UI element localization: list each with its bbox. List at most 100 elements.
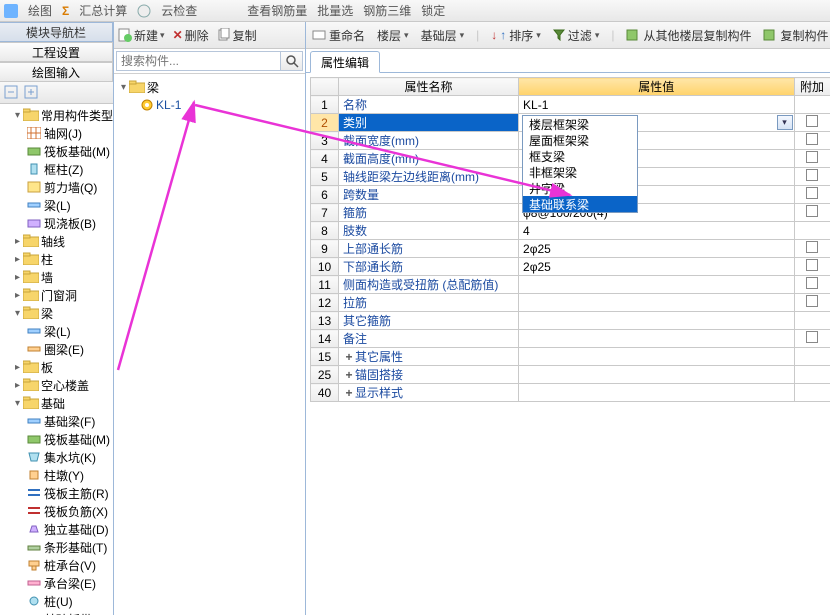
floor-dropdown[interactable]: 楼层▾ <box>377 27 409 44</box>
property-add-cell[interactable] <box>794 384 830 402</box>
property-name-cell[interactable]: 其它箍筋 <box>339 312 519 330</box>
property-add-cell[interactable] <box>794 312 830 330</box>
property-name-cell[interactable]: 截面宽度(mm) <box>339 132 519 150</box>
property-add-cell[interactable] <box>794 222 830 240</box>
property-add-cell[interactable] <box>794 240 830 258</box>
property-add-cell[interactable] <box>794 96 830 114</box>
property-name-cell[interactable]: +显示样式 <box>339 384 519 402</box>
property-value-cell[interactable] <box>519 366 794 384</box>
property-value-cell[interactable]: 2φ25 <box>519 258 794 276</box>
tree-folder[interactable]: ▸板 <box>0 358 113 376</box>
property-row[interactable]: 9上部通长筋2φ25 <box>311 240 830 258</box>
caret-down-icon[interactable]: ▾ <box>12 398 23 409</box>
dropdown-toggle-icon[interactable]: ▾ <box>777 115 793 130</box>
property-value-cell[interactable]: KL-1 <box>519 96 794 114</box>
tree-leaf[interactable]: 柱墩(Y) <box>0 466 113 484</box>
delete-button[interactable]: ✕删除 <box>173 27 209 44</box>
expand-plus-icon[interactable]: + <box>343 386 355 400</box>
property-add-cell[interactable] <box>794 330 830 348</box>
property-value-cell[interactable] <box>519 384 794 402</box>
property-name-cell[interactable]: 截面高度(mm) <box>339 150 519 168</box>
tree-leaf[interactable]: 基础板带(W) <box>0 610 113 615</box>
property-row[interactable]: 15+其它属性 <box>311 348 830 366</box>
property-value-cell[interactable]: 4 <box>519 222 794 240</box>
property-row[interactable]: 10下部通长筋2φ25 <box>311 258 830 276</box>
property-name-cell[interactable]: 类别 <box>339 114 519 132</box>
tree-leaf[interactable]: 筏板基础(M) <box>0 430 113 448</box>
property-add-cell[interactable] <box>794 276 830 294</box>
tree-leaf[interactable]: 基础梁(F) <box>0 412 113 430</box>
tree-leaf[interactable]: 承台梁(E) <box>0 574 113 592</box>
topbar-item[interactable]: 钢筋三维 <box>363 2 411 19</box>
tree-leaf[interactable]: 梁(L) <box>0 196 113 214</box>
topbar-item[interactable]: 批量选 <box>317 2 353 19</box>
topbar-item[interactable]: 汇总计算 <box>79 2 127 19</box>
caret-down-icon[interactable]: ▾ <box>12 308 23 319</box>
property-name-cell[interactable]: 名称 <box>339 96 519 114</box>
tree-leaf[interactable]: 桩(U) <box>0 592 113 610</box>
tree-folder-common[interactable]: ▾ 常用构件类型 <box>0 106 113 124</box>
dropdown-option[interactable]: 屋面框架梁 <box>523 132 637 148</box>
property-add-cell[interactable] <box>794 186 830 204</box>
checkbox[interactable] <box>806 331 818 343</box>
tree-leaf[interactable]: 圈梁(E) <box>0 340 113 358</box>
tree-folder-beam[interactable]: ▾梁 <box>0 304 113 322</box>
property-add-cell[interactable] <box>794 114 830 132</box>
property-row[interactable]: 25+锚固搭接 <box>311 366 830 384</box>
tree-leaf[interactable]: 梁(L) <box>0 322 113 340</box>
checkbox[interactable] <box>806 241 818 253</box>
copy-from-floor-button[interactable]: 从其他楼层复制构件 <box>626 27 751 44</box>
property-name-cell[interactable]: 肢数 <box>339 222 519 240</box>
property-add-cell[interactable] <box>794 366 830 384</box>
property-row[interactable]: 40+显示样式 <box>311 384 830 402</box>
instance-root[interactable]: ▾ 梁 <box>116 78 303 96</box>
tree-leaf[interactable]: 轴网(J) <box>0 124 113 142</box>
caret-right-icon[interactable]: ▸ <box>12 290 23 301</box>
property-row[interactable]: 1名称KL-1 <box>311 96 830 114</box>
property-value-cell[interactable] <box>519 348 794 366</box>
tree-leaf[interactable]: 剪力墙(Q) <box>0 178 113 196</box>
tree-leaf[interactable]: 集水坑(K) <box>0 448 113 466</box>
topbar-item[interactable]: 查看钢筋量 <box>247 2 307 19</box>
rename-button[interactable]: 重命名 <box>312 27 365 44</box>
property-value-cell[interactable] <box>519 276 794 294</box>
category-dropdown[interactable]: 楼层框架梁屋面框架梁框支梁非框架梁井字梁基础联系梁 <box>522 115 638 213</box>
property-add-cell[interactable] <box>794 150 830 168</box>
property-add-cell[interactable] <box>794 258 830 276</box>
checkbox[interactable] <box>806 133 818 145</box>
tree-leaf[interactable]: 框柱(Z) <box>0 160 113 178</box>
tree-leaf[interactable]: 独立基础(D) <box>0 520 113 538</box>
tree-leaf[interactable]: 条形基础(T) <box>0 538 113 556</box>
tree-leaf[interactable]: 筏板负筋(X) <box>0 502 113 520</box>
caret-right-icon[interactable]: ▸ <box>12 362 23 373</box>
property-row[interactable]: 13其它箍筋 <box>311 312 830 330</box>
property-name-cell[interactable]: 箍筋 <box>339 204 519 222</box>
dropdown-option[interactable]: 框支梁 <box>523 148 637 164</box>
dropdown-option[interactable]: 非框架梁 <box>523 164 637 180</box>
property-name-cell[interactable]: 下部通长筋 <box>339 258 519 276</box>
tab-property-edit[interactable]: 属性编辑 <box>310 51 380 73</box>
sort-button[interactable]: ↓↑排序▾ <box>491 27 541 44</box>
topbar-item[interactable]: 绘图 <box>28 2 52 19</box>
component-instance-tree[interactable]: ▾ 梁 KL-1 <box>114 74 305 615</box>
new-button[interactable]: 新建▾ <box>118 27 165 44</box>
tree-leaf[interactable]: 筏板基础(M) <box>0 142 113 160</box>
draw-input-button[interactable]: 绘图输入 <box>0 62 113 82</box>
property-name-cell[interactable]: 跨数量 <box>339 186 519 204</box>
checkbox[interactable] <box>806 259 818 271</box>
property-add-cell[interactable] <box>794 294 830 312</box>
property-add-cell[interactable] <box>794 132 830 150</box>
checkbox[interactable] <box>806 205 818 217</box>
topbar-item[interactable]: 云检查 <box>161 2 197 19</box>
dropdown-option[interactable]: 井字梁 <box>523 180 637 196</box>
checkbox[interactable] <box>806 115 818 127</box>
caret-down-icon[interactable]: ▾ <box>118 82 129 93</box>
property-name-cell[interactable]: 拉筋 <box>339 294 519 312</box>
checkbox[interactable] <box>806 169 818 181</box>
topbar-item[interactable]: 锁定 <box>421 2 445 19</box>
search-input[interactable] <box>116 51 281 71</box>
property-name-cell[interactable]: 上部通长筋 <box>339 240 519 258</box>
tree-folder[interactable]: ▸空心楼盖 <box>0 376 113 394</box>
search-button[interactable] <box>281 51 303 71</box>
dropdown-option[interactable]: 楼层框架梁 <box>523 116 637 132</box>
